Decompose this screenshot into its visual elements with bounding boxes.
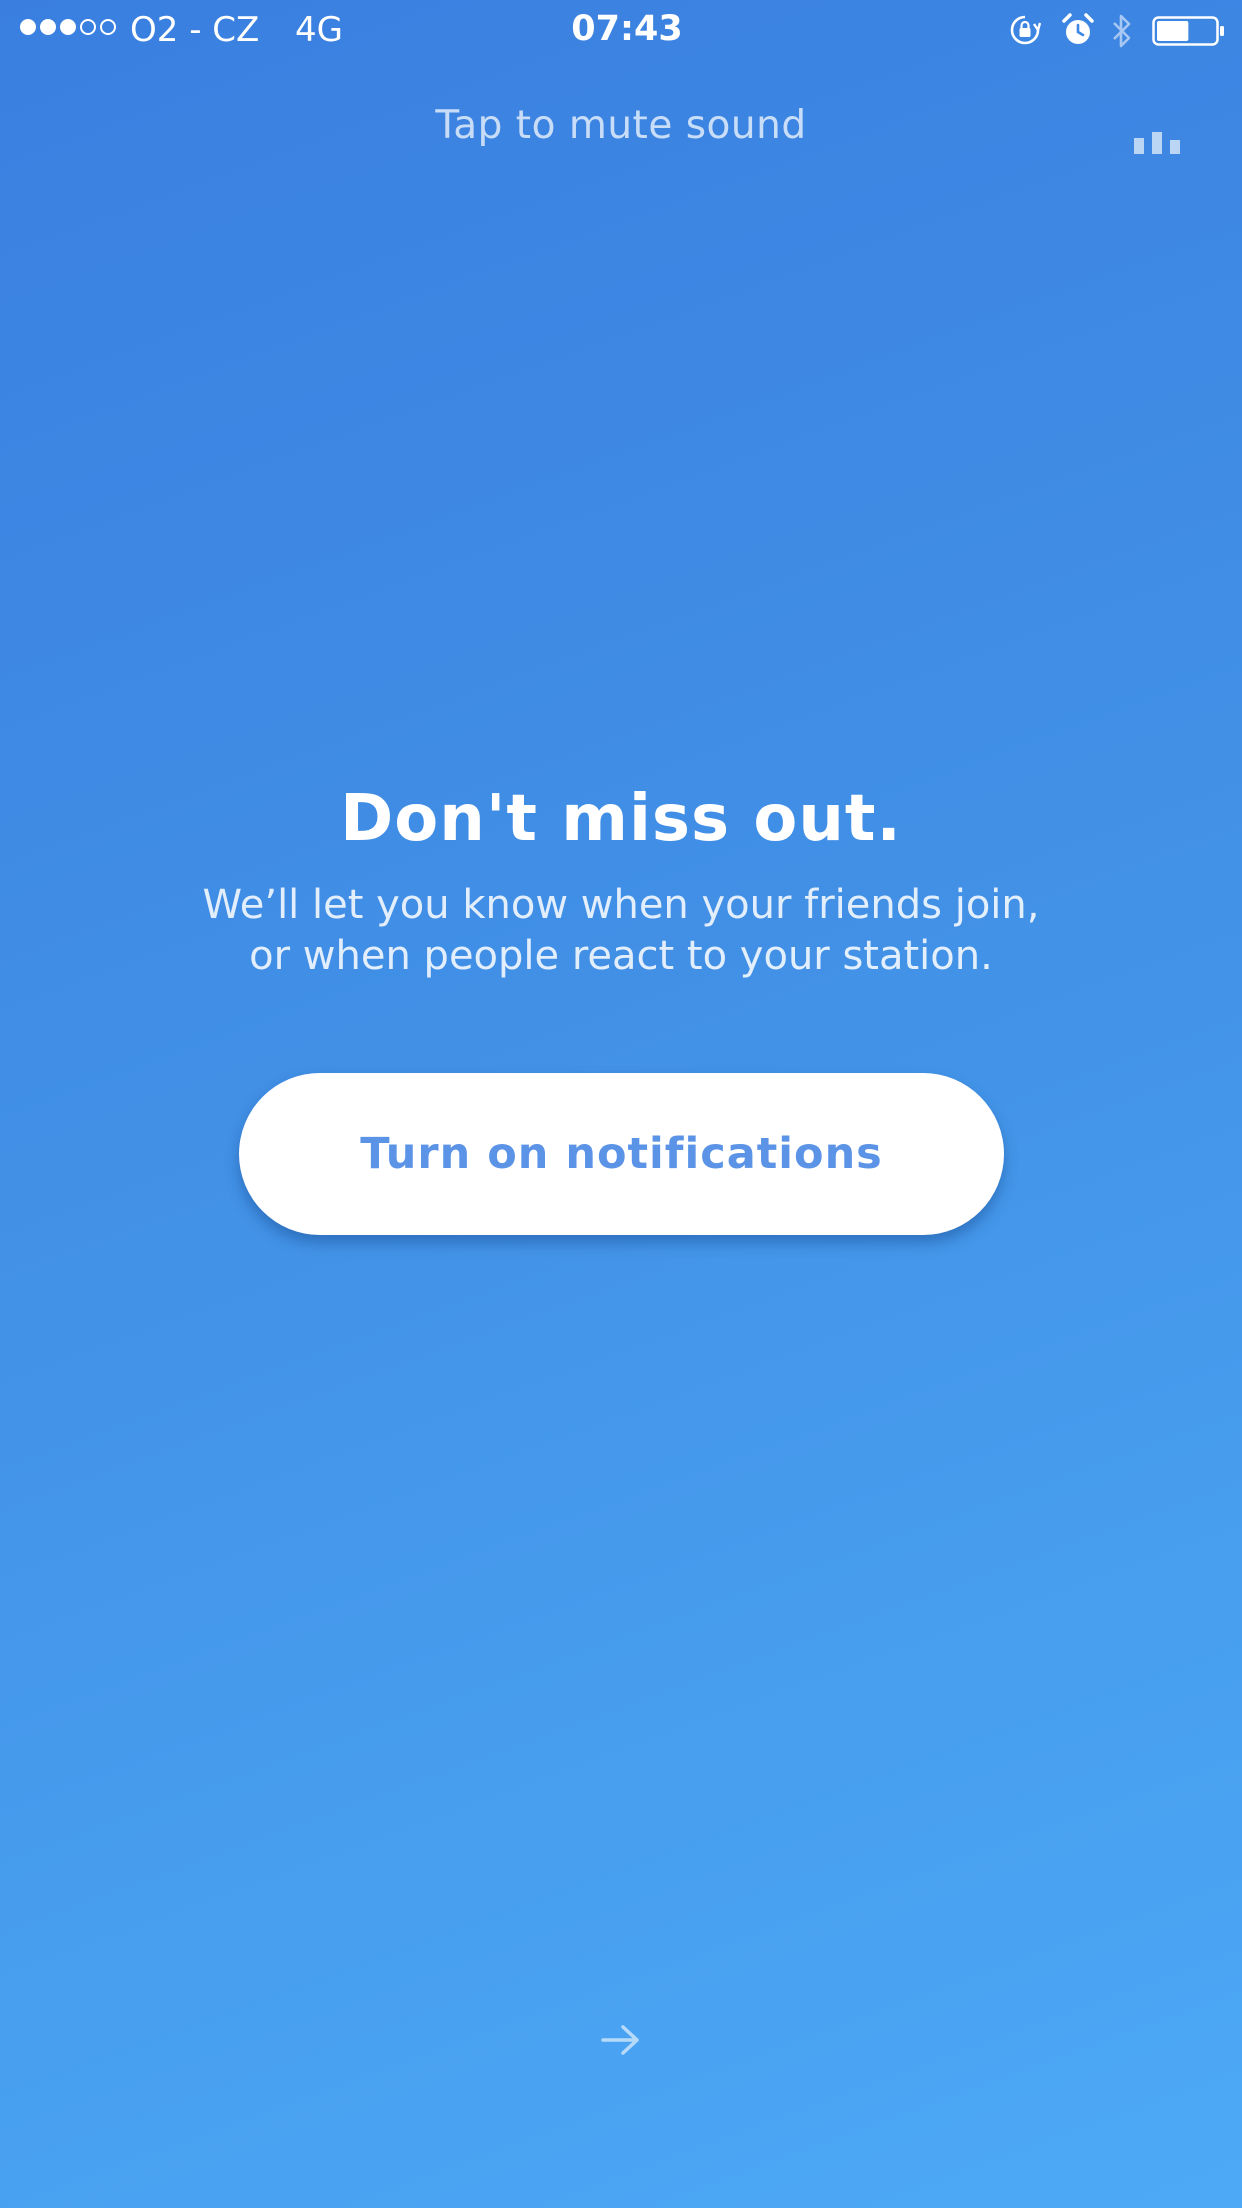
right-arrow-icon[interactable] — [600, 2022, 642, 2058]
description-line-1: We’ll let you know when your friends joi… — [202, 882, 1040, 928]
description-line-2: or when people react to your station. — [249, 933, 993, 979]
alarm-icon — [1062, 13, 1094, 44]
turn-on-notifications-button[interactable]: Turn on notifications — [239, 1073, 1004, 1235]
bluetooth-icon — [1113, 14, 1131, 48]
notifications-onboarding-screen: O2 - CZ 4G 07:43 Tap to mute sound Don't… — [0, 0, 1242, 2208]
page-title: Don't miss out. — [340, 782, 902, 856]
status-time: 07:43 — [571, 9, 683, 49]
description-text: We’ll let you know when your friends joi… — [0, 880, 1242, 982]
tap-to-mute-button[interactable]: Tap to mute sound — [0, 103, 1242, 148]
rotation-lock-icon — [1010, 15, 1041, 45]
sound-bars-icon[interactable] — [1134, 132, 1184, 154]
turn-on-notifications-label: Turn on notifications — [360, 1129, 883, 1179]
status-bar: O2 - CZ 4G 07:43 — [0, 0, 1242, 60]
battery-icon — [1152, 16, 1224, 46]
